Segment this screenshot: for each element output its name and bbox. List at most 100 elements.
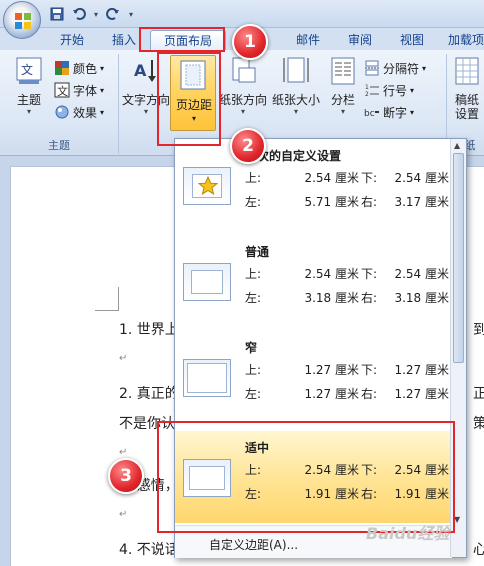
tab-view[interactable]: 视图 bbox=[392, 30, 432, 50]
margin-preset-narrow[interactable]: 窄 上: 1.27 厘米 下: 1.27 厘米 左: 1.27 厘米 右: 1.… bbox=[175, 331, 452, 427]
doc-line-2-tail: 正 bbox=[473, 386, 484, 402]
themes-group-label: 主题 bbox=[48, 139, 70, 152]
star-icon bbox=[198, 176, 218, 196]
top-label: 上: bbox=[245, 171, 262, 185]
size-button[interactable]: 纸张大小 ▾ bbox=[270, 56, 322, 117]
margin-preset-moderate[interactable]: 适中 上: 2.54 厘米 下: 2.54 厘米 左: 1.91 厘米 右: 1… bbox=[175, 431, 452, 523]
undo-icon[interactable] bbox=[70, 5, 88, 23]
manuscript-label-line1: 稿纸 bbox=[454, 93, 479, 107]
theme-colors-button[interactable]: 颜色 ▾ bbox=[54, 58, 104, 78]
chevron-down-icon: ▾ bbox=[240, 107, 245, 116]
line-numbers-icon: 12 bbox=[365, 84, 379, 98]
hyphenation-label: 断字 bbox=[383, 105, 408, 120]
theme-effects-button[interactable]: 效果 ▾ bbox=[54, 102, 104, 122]
hyphenation-button[interactable]: bc 断字 ▾ bbox=[364, 102, 414, 122]
preset-row-top-bottom: 上: 1.27 厘米 下: 1.27 厘米 bbox=[245, 361, 449, 378]
custom-margins-button[interactable]: 自定义边距(A)... bbox=[209, 536, 298, 553]
bottom-value: 1.27 厘米 bbox=[394, 363, 449, 377]
line-numbers-button[interactable]: 12 行号 ▾ bbox=[364, 80, 414, 100]
bottom-label: 下: bbox=[361, 363, 378, 377]
margins-label: 页边距 bbox=[175, 98, 212, 112]
right-value: 1.91 厘米 bbox=[394, 487, 449, 501]
chevron-down-icon: ▾ bbox=[100, 63, 105, 73]
theme-fonts-button[interactable]: 文 字体 ▾ bbox=[54, 80, 104, 100]
preset-row-left-right: 左: 1.27 厘米 右: 1.27 厘米 bbox=[245, 385, 449, 402]
chevron-down-icon: ▾ bbox=[191, 114, 196, 123]
margin-preset-last-custom[interactable]: 上次的自定义设置 上: 2.54 厘米 下: 2.54 厘米 左: 5.71 厘… bbox=[175, 139, 452, 235]
chevron-down-icon[interactable]: ▾ bbox=[92, 5, 100, 23]
orientation-label: 纸张方向 bbox=[218, 93, 267, 107]
normal-preview-icon bbox=[183, 263, 231, 301]
chevron-down-icon: ▾ bbox=[410, 85, 415, 95]
colors-icon bbox=[55, 61, 69, 75]
left-label: 左: bbox=[245, 387, 262, 401]
tab-review[interactable]: 审阅 bbox=[340, 30, 380, 50]
preset-title: 适中 bbox=[245, 441, 270, 455]
svg-text:1: 1 bbox=[365, 84, 369, 91]
office-button[interactable] bbox=[3, 1, 41, 39]
bottom-label: 下: bbox=[361, 267, 378, 281]
dropdown-scrollbar[interactable]: ▲ ▼ bbox=[450, 139, 466, 557]
preset-row-left-right: 左: 5.71 厘米 右: 3.17 厘米 bbox=[245, 193, 449, 210]
chevron-down-icon: ▾ bbox=[410, 107, 415, 117]
chevron-down-icon: ▾ bbox=[100, 107, 105, 117]
effects-icon bbox=[55, 105, 69, 119]
step-badge-3: 3 bbox=[108, 458, 144, 494]
scroll-down-icon[interactable]: ▼ bbox=[454, 515, 460, 524]
doc-line-1: 1. 世界上 bbox=[119, 322, 179, 338]
bottom-label: 下: bbox=[361, 171, 378, 185]
effects-label: 效果 bbox=[73, 105, 98, 120]
left-label: 左: bbox=[245, 195, 262, 209]
text-direction-button[interactable]: A 文字方向 ▾ bbox=[120, 56, 172, 117]
manuscript-settings-button[interactable]: 稿纸 设置 bbox=[450, 56, 484, 121]
scroll-up-icon[interactable]: ▲ bbox=[454, 141, 460, 150]
top-value: 1.27 厘米 bbox=[304, 363, 359, 377]
margin-preset-normal[interactable]: 普通 上: 2.54 厘米 下: 2.54 厘米 左: 3.18 厘米 右: 3… bbox=[175, 235, 452, 331]
tab-add-ins[interactable]: 加载项 bbox=[446, 30, 484, 50]
tab-insert[interactable]: 插入 bbox=[106, 30, 142, 50]
preset-row-top-bottom: 上: 2.54 厘米 下: 2.54 厘米 bbox=[245, 169, 449, 186]
doc-line-2: 2. 真正的 bbox=[119, 386, 179, 402]
left-label: 左: bbox=[245, 291, 262, 305]
breaks-button[interactable]: 分隔符 ▾ bbox=[364, 58, 426, 78]
chevron-down-icon: ▾ bbox=[100, 85, 105, 95]
text-direction-label: 文字方向 bbox=[121, 93, 170, 107]
tab-home[interactable]: 开始 bbox=[52, 30, 92, 50]
doc-line-3-tail: 策 bbox=[473, 416, 484, 432]
title-bar: ▾ ▾ bbox=[0, 0, 484, 28]
preset-row-left-right: 左: 3.18 厘米 右: 3.18 厘米 bbox=[245, 289, 449, 306]
breaks-label: 分隔符 bbox=[383, 61, 420, 76]
margins-dropdown: 上次的自定义设置 上: 2.54 厘米 下: 2.54 厘米 左: 5.71 厘… bbox=[174, 138, 467, 558]
right-value: 1.27 厘米 bbox=[394, 387, 449, 401]
columns-button[interactable]: 分栏 ▾ bbox=[326, 56, 360, 117]
tab-mailings[interactable]: 邮件 bbox=[288, 30, 328, 50]
orientation-button[interactable]: 纸张方向 ▾ bbox=[218, 56, 268, 117]
size-label: 纸张大小 bbox=[271, 93, 320, 107]
chevron-down-icon: ▾ bbox=[422, 63, 427, 73]
columns-icon bbox=[331, 57, 355, 85]
themes-button[interactable]: 文 主题 ▾ bbox=[10, 56, 48, 117]
line-numbers-label: 行号 bbox=[383, 83, 408, 98]
doc-line-5-tail: 心 bbox=[473, 542, 484, 558]
chevron-down-icon: ▾ bbox=[143, 107, 148, 116]
fonts-label: 字体 bbox=[73, 83, 98, 98]
margins-button[interactable]: 页边距 ▾ bbox=[170, 55, 216, 131]
tab-page-layout[interactable]: 页面布局 bbox=[150, 30, 226, 50]
step-badge-2: 2 bbox=[230, 128, 266, 164]
scrollbar-thumb[interactable] bbox=[453, 153, 464, 363]
chevron-down-icon: ▾ bbox=[26, 107, 31, 116]
columns-label: 分栏 bbox=[330, 93, 355, 107]
manuscript-icon bbox=[455, 57, 479, 85]
right-label: 右: bbox=[361, 291, 378, 305]
colors-label: 颜色 bbox=[73, 61, 98, 76]
breaks-icon bbox=[365, 60, 379, 76]
preset-title: 普通 bbox=[245, 245, 270, 259]
save-icon[interactable] bbox=[48, 5, 66, 23]
bottom-value: 2.54 厘米 bbox=[394, 171, 449, 185]
bottom-value: 2.54 厘米 bbox=[394, 267, 449, 281]
redo-icon[interactable] bbox=[104, 5, 122, 23]
svg-text:文: 文 bbox=[57, 84, 68, 98]
left-value: 1.91 厘米 bbox=[304, 487, 359, 501]
right-label: 右: bbox=[361, 487, 378, 501]
customize-qat-icon[interactable]: ▾ bbox=[126, 5, 136, 23]
